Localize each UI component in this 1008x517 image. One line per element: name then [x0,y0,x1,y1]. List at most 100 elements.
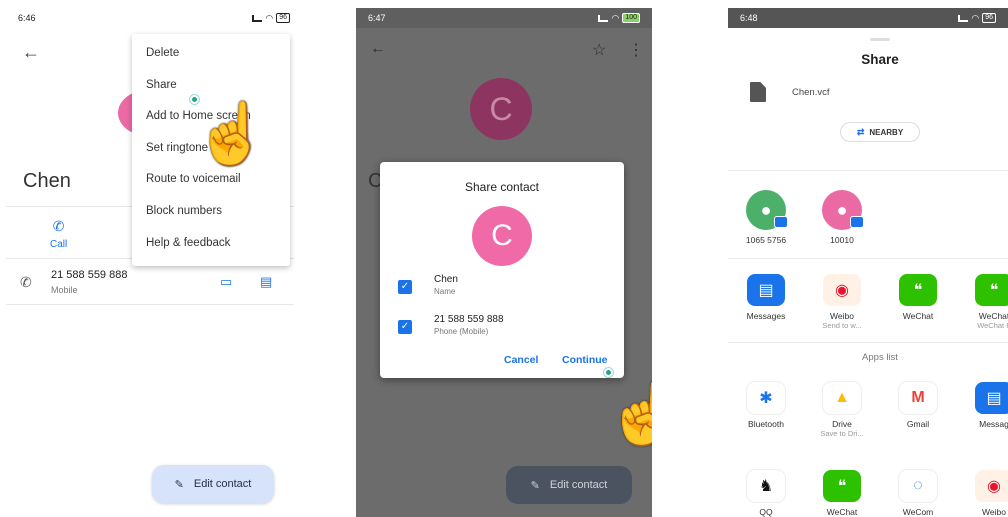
share-target-app[interactable]: ◌ WeCom [880,470,956,517]
divider [728,258,1008,259]
dialog-avatar: C [472,206,532,266]
field-type: Phone (Mobile) [434,327,489,336]
contact-label: 10010 [830,235,854,245]
drive-icon: ▲ [823,382,861,414]
call-button[interactable]: ✆ Call [50,218,67,250]
wechat-icon: ❝ [975,274,1008,306]
divider [728,170,1008,171]
checkbox-checked-icon[interactable]: ✓ [398,320,412,334]
share-target-app[interactable]: ▤ Messag [956,382,1008,429]
share-target-app[interactable]: ▲ Drive Save to Dri... [804,382,880,438]
screen-share-sheet: 6:48 ◠ 96 Share Chen.vcf ⇄ NEARBY ● 1065… [728,8,1008,517]
call-label: Call [50,239,68,250]
share-target-app[interactable]: ◉ Weibo [956,470,1008,517]
status-time: 6:47 [368,13,386,23]
battery-icon: 100 [622,13,640,23]
divider [6,304,294,305]
cancel-button[interactable]: Cancel [504,354,538,366]
share-target-contact[interactable]: ● 10010 [804,190,880,245]
share-target-app[interactable]: ✱ Bluetooth [728,382,804,429]
weibo-icon: ◉ [975,470,1008,502]
video-call-icon[interactable]: ▭ [220,274,232,290]
gmail-icon: M [899,382,937,414]
phone-number-row[interactable]: ✆ 21 588 559 888 Mobile ▭ ▤ [20,266,278,302]
wechat-icon: ❝ [899,274,937,306]
contact-avatar-icon: ● [746,190,788,230]
bluetooth-icon: ✱ [747,382,785,414]
share-target-app[interactable]: ❝ WeChat WeChat F [956,274,1008,330]
share-target-app[interactable]: M Gmail [880,382,956,429]
edit-contact-button[interactable]: ✎ Edit contact [152,465,274,503]
signal-icon [252,14,263,22]
field-type: Name [434,287,456,296]
wifi-icon: ◠ [611,12,620,23]
app-label: Messag [979,419,1008,429]
phone-number: 21 588 559 888 [51,269,128,281]
field-value: 21 588 559 888 [434,314,504,325]
share-field-row[interactable]: ✓ 21 588 559 888 Phone (Mobile) [398,314,610,348]
contact-label: 1065 5756 [745,235,787,245]
hand-pointer-icon: ☝ [606,380,652,447]
status-time: 6:48 [740,13,758,23]
app-label: Drive [832,419,852,429]
contact-name: Chen [23,170,71,192]
menu-item-block-numbers[interactable]: Block numbers [132,196,290,228]
nearby-button[interactable]: ⇄ NEARBY [840,122,920,142]
qq-icon: ♞ [747,470,785,502]
share-target-app[interactable]: ♞ QQ [728,470,804,517]
dialog-title: Share contact [464,180,540,194]
wechat-icon: ❝ [823,470,861,502]
menu-item-route-to-voicemail[interactable]: Route to voicemail [132,164,290,196]
messages-icon: ▤ [975,382,1008,414]
wifi-icon: ◠ [265,12,274,23]
app-label: WeChat [978,311,1008,321]
message-icon[interactable]: ▤ [260,274,272,290]
app-label: QQ [759,507,773,517]
divider [728,342,1008,343]
share-target-app[interactable]: ❝ WeChat [880,274,956,321]
status-bar: 6:46 ◠ 96 [6,8,302,28]
app-label: Gmail [906,419,930,429]
phone-icon: ✆ [20,274,32,290]
app-label: Bluetooth [748,419,784,429]
more-vert-icon[interactable]: ⋮ [628,40,644,60]
share-target-contact[interactable]: ● 1065 5756 [728,190,804,245]
menu-item-delete[interactable]: Delete [132,38,290,70]
share-target-app[interactable]: ◉ Weibo Send to w... [804,274,880,330]
app-label: WeChat [902,311,934,321]
sheet-handle[interactable] [870,38,890,41]
star-icon[interactable]: ☆ [592,40,606,60]
hand-pointer-icon: ☝ [194,100,269,167]
continue-button[interactable]: Continue [562,354,608,366]
weibo-icon: ◉ [823,274,861,306]
field-value: Chen [434,274,458,285]
signal-icon [958,14,969,22]
back-arrow-icon[interactable]: ← [22,42,40,63]
messages-icon: ▤ [747,274,785,306]
status-bar: 6:48 ◠ 96 [728,8,1008,28]
sheet-title: Share [861,52,899,67]
nearby-share-icon: ⇄ [856,126,865,137]
back-arrow-icon[interactable]: ← [370,40,386,58]
file-name: Chen.vcf [792,87,830,98]
battery-icon: 96 [982,13,996,23]
app-label: Weibo [982,507,1006,517]
share-target-app[interactable]: ▤ Messages [728,274,804,321]
tap-indicator [604,368,613,377]
app-sublabel: Save to Dri... [820,429,864,438]
edit-contact-label: Edit contact [549,479,608,491]
menu-item-share[interactable]: Share [132,70,290,102]
checkbox-checked-icon[interactable]: ✓ [398,280,412,294]
wecom-icon: ◌ [899,470,937,502]
battery-icon: 96 [276,13,290,23]
edit-contact-button[interactable]: ✎ Edit contact [506,466,632,504]
phone-icon: ✆ [52,218,65,234]
pencil-icon: ✎ [530,479,540,492]
share-target-app[interactable]: ❝ WeChat [804,470,880,517]
app-sublabel: WeChat F [977,321,1008,330]
menu-item-help-feedback[interactable]: Help & feedback [132,228,290,260]
phone-type: Mobile [51,285,78,295]
share-field-row[interactable]: ✓ Chen Name [398,274,610,308]
app-sublabel: Send to w... [822,321,862,330]
screen-contact-menu: 6:46 ◠ 96 ← Chen ✆ Call ✆ 21 588 559 888… [6,8,302,517]
